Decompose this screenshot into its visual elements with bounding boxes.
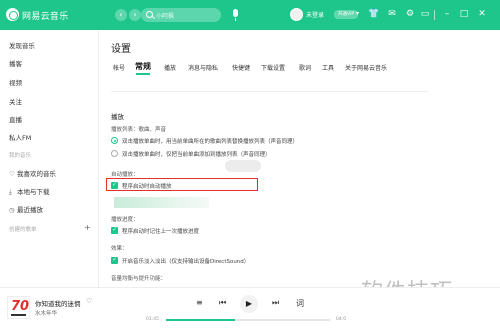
section-title-play: 播放 — [111, 113, 124, 121]
user-menu-chevron-down-icon[interactable]: ▾ — [356, 10, 359, 17]
toolbar-divider — [434, 10, 435, 20]
blurred-region — [114, 197, 209, 208]
login-status[interactable]: 未登录 — [306, 10, 324, 19]
title-bar: 网易云音乐 ‹ › 小阿枫 未登录 开通VIP ▾ 👕 ✉ ⚙ ▭ – □ ✕ — [0, 0, 500, 30]
clock-icon: ◷ — [9, 206, 15, 214]
remember-progress-label: 程序启动时记住上一次播放进度 — [122, 229, 200, 235]
playlist-mode-icon[interactable]: ≡ — [196, 298, 203, 307]
radio-replace-list-label: 双击播放单曲时，用当前单曲所在的歌曲列表替换播放列表（声音同理） — [122, 139, 299, 145]
song-title[interactable]: 你知道我的迷惘 — [35, 298, 81, 308]
sidebar-item-recent[interactable]: ◷ 最近播放 — [9, 204, 43, 214]
time-total: 04:0 — [336, 317, 347, 322]
netease-logo-icon — [6, 8, 19, 21]
sidebar-item-follow[interactable]: 关注 — [9, 96, 22, 106]
tooltip-ghost — [225, 160, 261, 172]
effects-label: 效果： — [111, 246, 128, 252]
volume-balance-label: 音量均衡与提升功能： — [111, 276, 167, 282]
app-title: 网易云音乐 — [22, 12, 69, 22]
mail-icon[interactable]: ✉ — [386, 8, 398, 20]
album-cover[interactable]: 70 — [7, 296, 30, 319]
progress-bar[interactable] — [166, 319, 330, 321]
my-music-header: 我的音乐 — [9, 153, 32, 159]
time-current: 01:45 — [146, 317, 159, 322]
tab-account[interactable]: 帐号 — [113, 63, 125, 72]
tab-about[interactable]: 关于网易云音乐 — [345, 63, 387, 72]
autoplay-label: 自动播放： — [111, 172, 139, 178]
next-icon[interactable]: ⏭ — [272, 298, 279, 308]
download-icon: ⤓ — [9, 188, 12, 196]
skin-shirt-icon[interactable]: 👕 — [368, 8, 380, 20]
maximize-icon[interactable]: □ — [458, 8, 470, 20]
close-icon[interactable]: ✕ — [476, 8, 488, 20]
sidebar-item-fm[interactable]: 私人FM — [9, 132, 31, 142]
radio-add-single-label: 双击播放单曲时，仅把当前单曲添加到播放列表（声音同理） — [122, 152, 271, 158]
playlist-label: 播放列表：歌曲、声音 — [111, 127, 167, 133]
sidebar-item-podcast[interactable]: 播客 — [9, 58, 22, 68]
fade-checkbox[interactable]: ✓ — [111, 257, 118, 264]
play-button[interactable]: ▶ — [240, 295, 258, 313]
divider — [111, 91, 429, 92]
search-input[interactable]: 小阿枫 — [141, 8, 221, 22]
tab-lyrics[interactable]: 歌词 — [299, 63, 311, 72]
radio-add-single[interactable] — [111, 150, 118, 157]
sidebar-item-video[interactable]: 视频 — [9, 77, 22, 87]
search-icon — [146, 11, 153, 18]
sidebar-item-label: 本地与下载 — [17, 188, 50, 196]
mini-mode-icon[interactable]: ▭ — [419, 8, 431, 20]
cover-text: 70 — [11, 299, 30, 314]
avatar[interactable] — [290, 8, 303, 21]
vip-badge[interactable]: 开通VIP — [334, 10, 359, 19]
cover-line — [11, 314, 26, 316]
fade-option-label: 开启音乐淡入淡出（仅支持输出设备DirectSound） — [122, 259, 250, 265]
lyrics-icon[interactable]: 词 — [296, 298, 304, 309]
sidebar-item-live[interactable]: 直播 — [9, 114, 22, 124]
plus-icon[interactable]: + — [84, 223, 91, 232]
tab-general[interactable]: 常规 — [135, 61, 151, 72]
gear-icon[interactable]: ⚙ — [404, 8, 416, 20]
tab-message-privacy[interactable]: 消息与隐私 — [188, 63, 218, 72]
tab-download[interactable]: 下载设置 — [261, 63, 285, 72]
minimize-icon[interactable]: – — [441, 8, 453, 20]
sidebar-item-discover[interactable]: 发现音乐 — [9, 40, 35, 50]
heart-icon: ♡ — [9, 170, 15, 178]
autoplay-option-label: 程序启动时自动播放 — [122, 184, 172, 190]
tab-shortcuts[interactable]: 快捷键 — [232, 63, 250, 72]
sidebar: 发现音乐 播客 视频 关注 直播 私人FM 我的音乐 ♡ 我喜欢的音乐 ⤓ 本地与下… — [0, 30, 99, 287]
search-placeholder: 小阿枫 — [156, 13, 175, 20]
song-artist[interactable]: 水木年华 — [35, 309, 57, 317]
page-title: 设置 — [111, 44, 131, 55]
sidebar-item-liked-music[interactable]: ♡ 我喜欢的音乐 — [9, 168, 56, 178]
progress-fill — [166, 319, 235, 321]
mic-icon[interactable] — [233, 9, 238, 21]
sidebar-item-label: 最近播放 — [17, 206, 43, 214]
remember-progress-checkbox[interactable]: ✓ — [111, 227, 118, 234]
forward-button[interactable]: › — [129, 9, 141, 21]
created-playlists-header: 创建的歌单 — [9, 227, 37, 233]
previous-icon[interactable]: ⏮ — [219, 298, 226, 308]
radio-replace-list[interactable] — [111, 137, 118, 144]
player-bar: 70 你知道我的迷惘 ♡ 水木年华 ≡ ⏮ ▶ ⏭ 词 01:45 04:0 — [0, 287, 500, 328]
progress-label: 播放进度： — [111, 217, 139, 223]
like-heart-icon[interactable]: ♡ — [86, 297, 92, 305]
sidebar-item-label: 我喜欢的音乐 — [17, 170, 56, 178]
sidebar-item-local-download[interactable]: ⤓ 本地与下载 — [9, 186, 50, 197]
tab-play[interactable]: 播放 — [164, 63, 176, 72]
settings-panel: 设置 帐号 常规 播放 消息与隐私 快捷键 下载设置 歌词 工具 关于网易云音乐… — [100, 30, 500, 287]
autoplay-checkbox[interactable]: ✓ — [111, 182, 118, 189]
active-tab-indicator — [136, 73, 150, 75]
tab-tools[interactable]: 工具 — [322, 63, 334, 72]
back-button[interactable]: ‹ — [115, 9, 127, 21]
